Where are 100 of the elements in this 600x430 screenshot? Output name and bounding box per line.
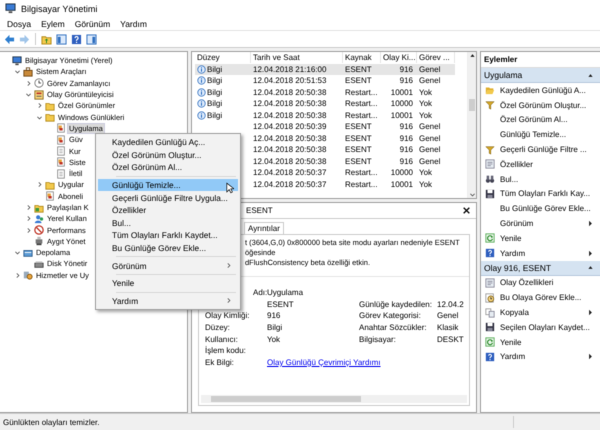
menu-item[interactable]: Geçerli Günlüğe Filtre Uygula...: [98, 191, 238, 204]
table-cell[interactable]: 12.04.2018 21:16:00: [251, 64, 343, 75]
menu-item[interactable]: Yenile: [98, 276, 238, 290]
menu-item[interactable]: Yardım: [98, 294, 238, 308]
chevron-right-icon[interactable]: [36, 181, 42, 188]
table-cell-text: 10001: [390, 178, 414, 190]
table-cell[interactable]: 12.04.2018 20:50:37: [251, 178, 343, 190]
action-link[interactable]: Kopyala: [500, 308, 582, 318]
table-cell[interactable]: 12.04.2018 20:50:38: [251, 132, 343, 144]
action-link[interactable]: Seçilen Olayları Kaydet...: [500, 322, 594, 332]
column-header[interactable]: Olay Ki...: [381, 52, 417, 63]
menu-item[interactable]: Bu Günlüğe Görev Ekle...: [98, 242, 238, 254]
menu-item[interactable]: Özel Görünüm Oluştur...: [98, 148, 238, 162]
action-link[interactable]: Görünüm: [500, 219, 582, 228]
close-icon[interactable]: [463, 207, 470, 214]
refresh-icon: [485, 233, 495, 244]
menu-item-label: Özel Görünüm Al...: [112, 162, 182, 172]
section-header[interactable]: Uygulama: [481, 68, 600, 83]
table-cell[interactable]: 12.04.2018 20:51:53: [251, 75, 343, 86]
action-link[interactable]: Özel Görünüm Oluştur...: [500, 100, 594, 110]
action-link[interactable]: Bu Günlüğe Görev Ekle...: [500, 204, 594, 214]
field-label: Bilgisayar:: [359, 334, 397, 344]
column-header[interactable]: Tarih ve Saat: [251, 52, 343, 63]
chevron-right-icon[interactable]: [14, 272, 20, 279]
column-header[interactable]: Görev ...: [417, 52, 455, 63]
back-arrow-button[interactable]: [3, 32, 16, 46]
vertical-scrollbar[interactable]: [467, 52, 476, 198]
action-link[interactable]: Kaydedilen Günlüğü A...: [500, 86, 594, 95]
table-cell[interactable]: 12.04.2018 20:50:39: [251, 121, 343, 132]
table-cell[interactable]: 12.04.2018 20:50:38: [251, 144, 343, 156]
scroll-down-icon: [468, 191, 476, 198]
chevron-down-icon[interactable]: [14, 249, 20, 256]
table-cell[interactable]: 12.04.2018 20:50:38: [251, 156, 343, 167]
table-cell-text: Genel: [418, 156, 442, 167]
action-link[interactable]: Yardım: [500, 248, 582, 258]
table-cell-text: 916: [398, 75, 414, 86]
action-link[interactable]: Bul...: [500, 174, 594, 184]
table-cell-text: Genel: [418, 75, 442, 86]
column-header[interactable]: Düzey: [195, 52, 251, 63]
log-icon: [56, 123, 66, 134]
table-cell-text: ESENT: [344, 132, 373, 144]
action-link[interactable]: Özellikler: [500, 160, 594, 169]
table-cell[interactable]: 12.04.2018 20:50:38: [251, 86, 343, 98]
menu-item[interactable]: Yardım: [115, 18, 152, 28]
menu-item[interactable]: Bul...: [98, 216, 238, 230]
action-link[interactable]: Tüm Olayları Farklı Kay...: [500, 189, 594, 198]
collapse-triangle-icon[interactable]: [587, 72, 594, 78]
action-link[interactable]: Yenile: [500, 234, 594, 243]
section-header[interactable]: Olay 916, ESENT: [481, 260, 600, 276]
menu-item[interactable]: Görünüm: [98, 259, 238, 272]
menu-item[interactable]: Özel Görünüm Al...: [98, 161, 238, 174]
menu-item-label: Tüm Olayları Farklı Kaydet...: [112, 230, 218, 240]
chevron-right-icon[interactable]: [24, 215, 32, 222]
info-icon: [197, 110, 206, 120]
pane-toggle-button[interactable]: [85, 32, 98, 46]
menu-item[interactable]: Günlüğü Temizle...: [98, 178, 238, 192]
blocked-icon: [34, 225, 44, 236]
help-button[interactable]: [70, 32, 83, 46]
menu-item[interactable]: Eylem: [36, 18, 70, 28]
menu-item-label: Yardım: [112, 296, 138, 306]
action-link[interactable]: Özel Görünüm Al...: [500, 115, 594, 124]
page-icon: [56, 168, 66, 179]
column-header[interactable]: Kaynak: [343, 52, 381, 63]
menu-item-label: Özellikler: [112, 205, 146, 216]
scrollbar-thumb[interactable]: [211, 396, 361, 402]
menu-item[interactable]: Kaydedilen Günlüğü Aç...: [98, 136, 238, 149]
info-icon: [197, 99, 206, 108]
table-cell[interactable]: 12.04.2018 20:50:37: [251, 167, 343, 178]
menu-item[interactable]: Dosya: [2, 18, 36, 28]
chevron-right-icon[interactable]: [36, 102, 42, 110]
action-link[interactable]: Yenile: [500, 338, 594, 347]
action-link[interactable]: Geçerli Günlüğe Filtre ...: [500, 145, 594, 154]
log-icon: [56, 157, 66, 168]
menu-item[interactable]: Özellikler: [98, 204, 238, 217]
pane-toggle-button[interactable]: [55, 32, 68, 46]
toolbox-icon: [23, 66, 33, 77]
chevron-right-icon[interactable]: [24, 204, 32, 211]
collapse-triangle-icon[interactable]: [587, 264, 594, 272]
tab[interactable]: Ayrıntılar: [244, 222, 284, 234]
chevron-down-icon[interactable]: [14, 68, 20, 76]
menu-item[interactable]: Tüm Olayları Farklı Kaydet...: [98, 229, 238, 242]
action-link[interactable]: Günlüğü Temizle...: [500, 130, 594, 140]
table-cell[interactable]: 12.04.2018 20:50:38: [251, 110, 343, 121]
chevron-right-icon[interactable]: [24, 80, 32, 87]
table-cell[interactable]: 12.04.2018 20:50:38: [251, 98, 343, 110]
scrollbar-thumb[interactable]: [469, 99, 475, 111]
chevron-right-icon[interactable]: [24, 226, 32, 234]
menu-item-label: Yenile: [112, 278, 134, 288]
chevron-down-icon[interactable]: [36, 114, 42, 121]
monitor-icon: [5, 3, 16, 14]
action-link[interactable]: Olay Özellikleri: [500, 278, 594, 288]
menu-item[interactable]: Görünüm: [70, 18, 116, 28]
chevron-down-icon[interactable]: [24, 91, 32, 98]
horizontal-scrollbar[interactable]: [201, 395, 467, 403]
menu-item-label: Bul...: [112, 218, 131, 228]
table-cell-text: Restart...: [344, 110, 378, 121]
table-cell-text: ESENT: [344, 144, 373, 156]
action-link[interactable]: Bu Olaya Görev Ekle...: [500, 293, 594, 302]
help-link[interactable]: Olay Günlüğü Çevrimiçi Yardımı: [267, 358, 469, 367]
action-link[interactable]: Yardım: [500, 352, 582, 362]
